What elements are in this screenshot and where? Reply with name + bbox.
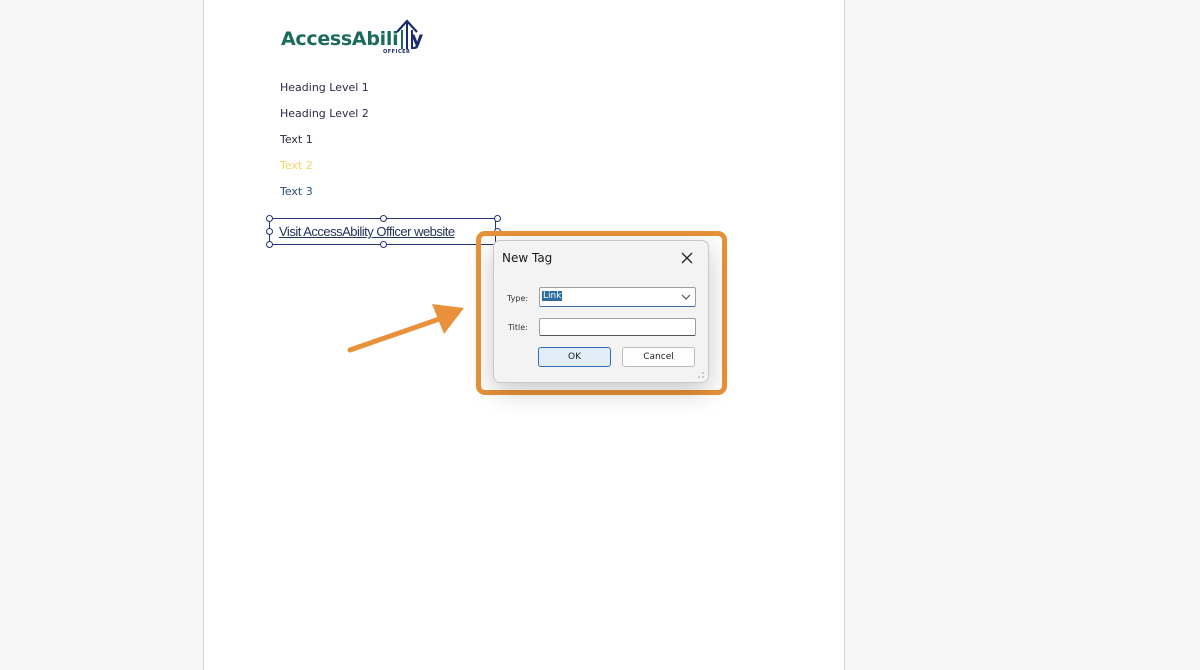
heading-level-1: Heading Level 1 <box>280 81 369 94</box>
selection-handle[interactable] <box>266 241 273 248</box>
text-2: Text 2 <box>280 159 313 172</box>
arrow-annotation <box>347 304 464 353</box>
website-link[interactable]: Visit AccessAbility Officer website <box>279 224 455 239</box>
close-icon[interactable] <box>679 250 695 266</box>
selection-handle[interactable] <box>380 215 387 222</box>
title-label: Title: <box>508 323 528 332</box>
dialog-title: New Tag <box>502 251 553 265</box>
type-value: Link <box>542 291 563 301</box>
text-1: Text 1 <box>280 133 313 146</box>
type-select[interactable]: Link <box>539 287 696 307</box>
selection-handle[interactable] <box>380 241 387 248</box>
chevron-down-icon <box>681 294 691 300</box>
title-input[interactable] <box>539 318 696 336</box>
type-label: Type: <box>507 294 529 303</box>
ok-button[interactable]: OK <box>538 347 611 367</box>
logo-subtitle: OFFICER <box>383 49 411 55</box>
house-icon <box>396 19 418 49</box>
selection-handle[interactable] <box>266 228 273 235</box>
selected-link-box[interactable]: Visit AccessAbility Officer website <box>266 215 501 248</box>
text-3: Text 3 <box>280 185 313 198</box>
selection-handle[interactable] <box>494 215 501 222</box>
selection-handle[interactable] <box>266 215 273 222</box>
heading-level-2: Heading Level 2 <box>280 107 369 120</box>
cancel-button[interactable]: Cancel <box>622 347 695 367</box>
resize-grip-icon[interactable] <box>697 371 705 379</box>
new-tag-dialog: New Tag Type: Link Title: OK Cancel <box>493 240 709 383</box>
